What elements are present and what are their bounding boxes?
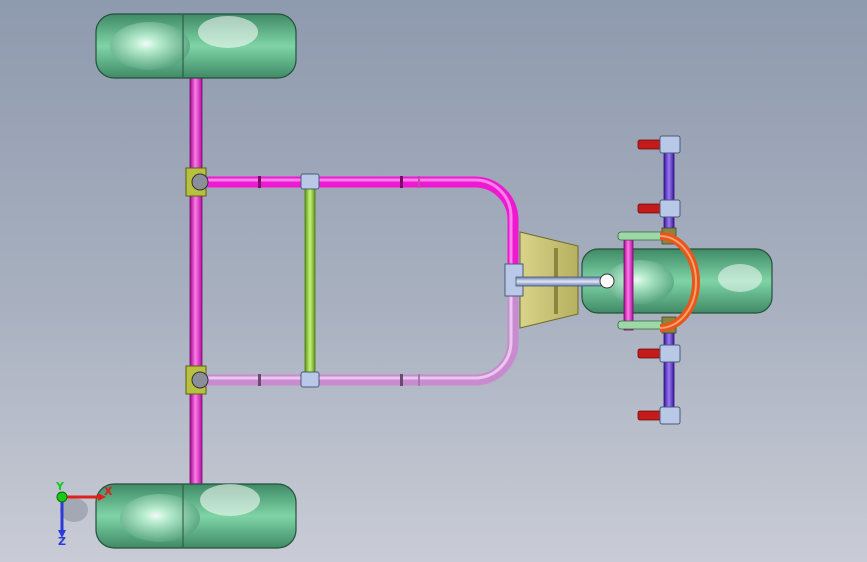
tie-rod-lower[interactable]: [663, 319, 675, 421]
cross-member-clamp-top[interactable]: [300, 173, 320, 190]
steering-shaft[interactable]: [515, 276, 609, 287]
kart-model-view[interactable]: X Y Z: [0, 0, 867, 562]
axle-bracket-lower[interactable]: [185, 365, 209, 395]
axle-bracket-upper[interactable]: [185, 167, 209, 197]
tie-rod-upper[interactable]: [663, 141, 675, 243]
cross-member[interactable]: [304, 185, 316, 377]
bolt-4[interactable]: [637, 406, 681, 425]
bolt-3[interactable]: [637, 344, 681, 363]
x-axis-label: X: [104, 485, 113, 498]
frame-tube-lower[interactable]: [200, 296, 519, 386]
rear-tire-bottom[interactable]: [95, 483, 297, 549]
frame-tube-upper[interactable]: [200, 176, 519, 268]
bolt-1[interactable]: [637, 135, 681, 154]
y-axis-dot: [56, 491, 68, 503]
rear-axle[interactable]: [189, 69, 203, 491]
cad-viewport[interactable]: X Y Z: [0, 0, 867, 562]
shaft-end[interactable]: [599, 273, 615, 289]
front-fork[interactable]: [623, 239, 634, 331]
z-axis-label: Z: [58, 535, 66, 548]
y-axis-label: Y: [55, 480, 65, 493]
cross-member-clamp-bottom[interactable]: [300, 371, 320, 388]
bolt-2[interactable]: [637, 199, 681, 218]
rear-tire-top[interactable]: [95, 13, 297, 79]
